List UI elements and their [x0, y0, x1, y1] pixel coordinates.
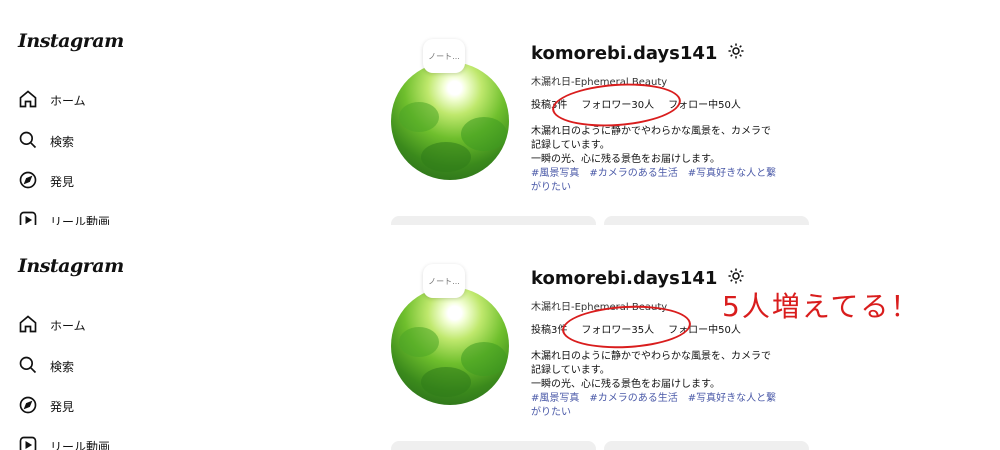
profile-avatar[interactable] — [391, 62, 509, 180]
bio-line: 木漏れ日のように静かでやわらかな風景を、カメラで — [531, 351, 771, 362]
nav-item-explore[interactable]: 発見 — [18, 170, 74, 193]
bio-line: 一瞬の光、心に残る景色をお届けします。 — [531, 379, 720, 390]
reels-icon — [18, 435, 38, 450]
view-archive-button[interactable] — [604, 441, 809, 450]
edit-profile-button[interactable] — [391, 216, 596, 225]
nav-label: 検索 — [50, 135, 75, 149]
view-archive-button[interactable] — [604, 216, 809, 225]
profile-avatar[interactable] — [391, 287, 509, 405]
bio-line: 木漏れ日のように静かでやわらかな風景を、カメラで — [531, 126, 771, 137]
nav-label: リール動画 — [50, 215, 111, 225]
hashtags-line[interactable]: がりたい — [531, 181, 801, 195]
nav-label: 発見 — [50, 175, 75, 189]
leaf-shape — [461, 117, 507, 151]
compass-icon — [18, 170, 38, 193]
reels-icon — [18, 210, 38, 225]
edit-profile-button[interactable] — [391, 441, 596, 450]
profile-action-buttons — [391, 441, 809, 450]
search-icon — [18, 130, 38, 153]
profile-username: komorebi.days141 — [531, 267, 745, 290]
hashtags-line[interactable]: #風景写真 #カメラのある生活 #写真好きな人と繋 — [531, 167, 801, 181]
instagram-logo[interactable]: Instagram — [18, 30, 124, 52]
hashtags-line[interactable]: #風景写真 #カメラのある生活 #写真好きな人と繋 — [531, 392, 801, 406]
compass-icon — [18, 395, 38, 418]
bio-line: 一瞬の光、心に残る景色をお届けします。 — [531, 154, 720, 165]
leaf-shape — [421, 142, 471, 172]
username-text: komorebi.days141 — [531, 268, 718, 289]
profile-username: komorebi.days141 — [531, 42, 745, 65]
nav-item-reels[interactable]: リール動画 — [18, 435, 110, 450]
nav-label: 発見 — [50, 400, 75, 414]
nav-item-home[interactable]: ホーム — [18, 89, 86, 112]
note-bubble[interactable]: ノート... — [423, 264, 465, 298]
nav-label: 検索 — [50, 360, 75, 374]
profile-bio: 木漏れ日のように静かでやわらかな風景を、カメラで 記録しています。 一瞬の光、心… — [531, 350, 801, 420]
bio-line: 記録しています。 — [531, 140, 610, 151]
nav-item-home[interactable]: ホーム — [18, 314, 86, 337]
note-bubble[interactable]: ノート... — [423, 39, 465, 73]
search-icon — [18, 355, 38, 378]
profile-screenshot-after: Instagram ホーム 検索 発見 リール動画 ノート... komoreb… — [0, 225, 1000, 450]
nav-label: ホーム — [50, 94, 86, 108]
nav-item-reels[interactable]: リール動画 — [18, 210, 110, 225]
leaf-shape — [399, 327, 439, 357]
username-text: komorebi.days141 — [531, 43, 718, 64]
nav-label: ホーム — [50, 319, 86, 333]
profile-action-buttons — [391, 216, 809, 225]
home-icon — [18, 89, 38, 112]
settings-gear-icon[interactable] — [727, 42, 745, 65]
bio-line: 記録しています。 — [531, 365, 610, 376]
instagram-logo[interactable]: Instagram — [18, 255, 124, 277]
leaf-shape — [399, 102, 439, 132]
hashtags-line[interactable]: がりたい — [531, 406, 801, 420]
nav-item-search[interactable]: 検索 — [18, 355, 74, 378]
profile-screenshot-before: Instagram ホーム 検索 発見 リール動画 ノート... komoreb… — [0, 0, 1000, 225]
home-icon — [18, 314, 38, 337]
profile-bio: 木漏れ日のように静かでやわらかな風景を、カメラで 記録しています。 一瞬の光、心… — [531, 125, 801, 195]
nav-item-search[interactable]: 検索 — [18, 130, 74, 153]
nav-item-explore[interactable]: 発見 — [18, 395, 74, 418]
nav-label: リール動画 — [50, 440, 111, 450]
handwritten-annotation: 5人増えてる！ — [722, 290, 921, 323]
leaf-shape — [421, 367, 471, 397]
leaf-shape — [461, 342, 507, 376]
